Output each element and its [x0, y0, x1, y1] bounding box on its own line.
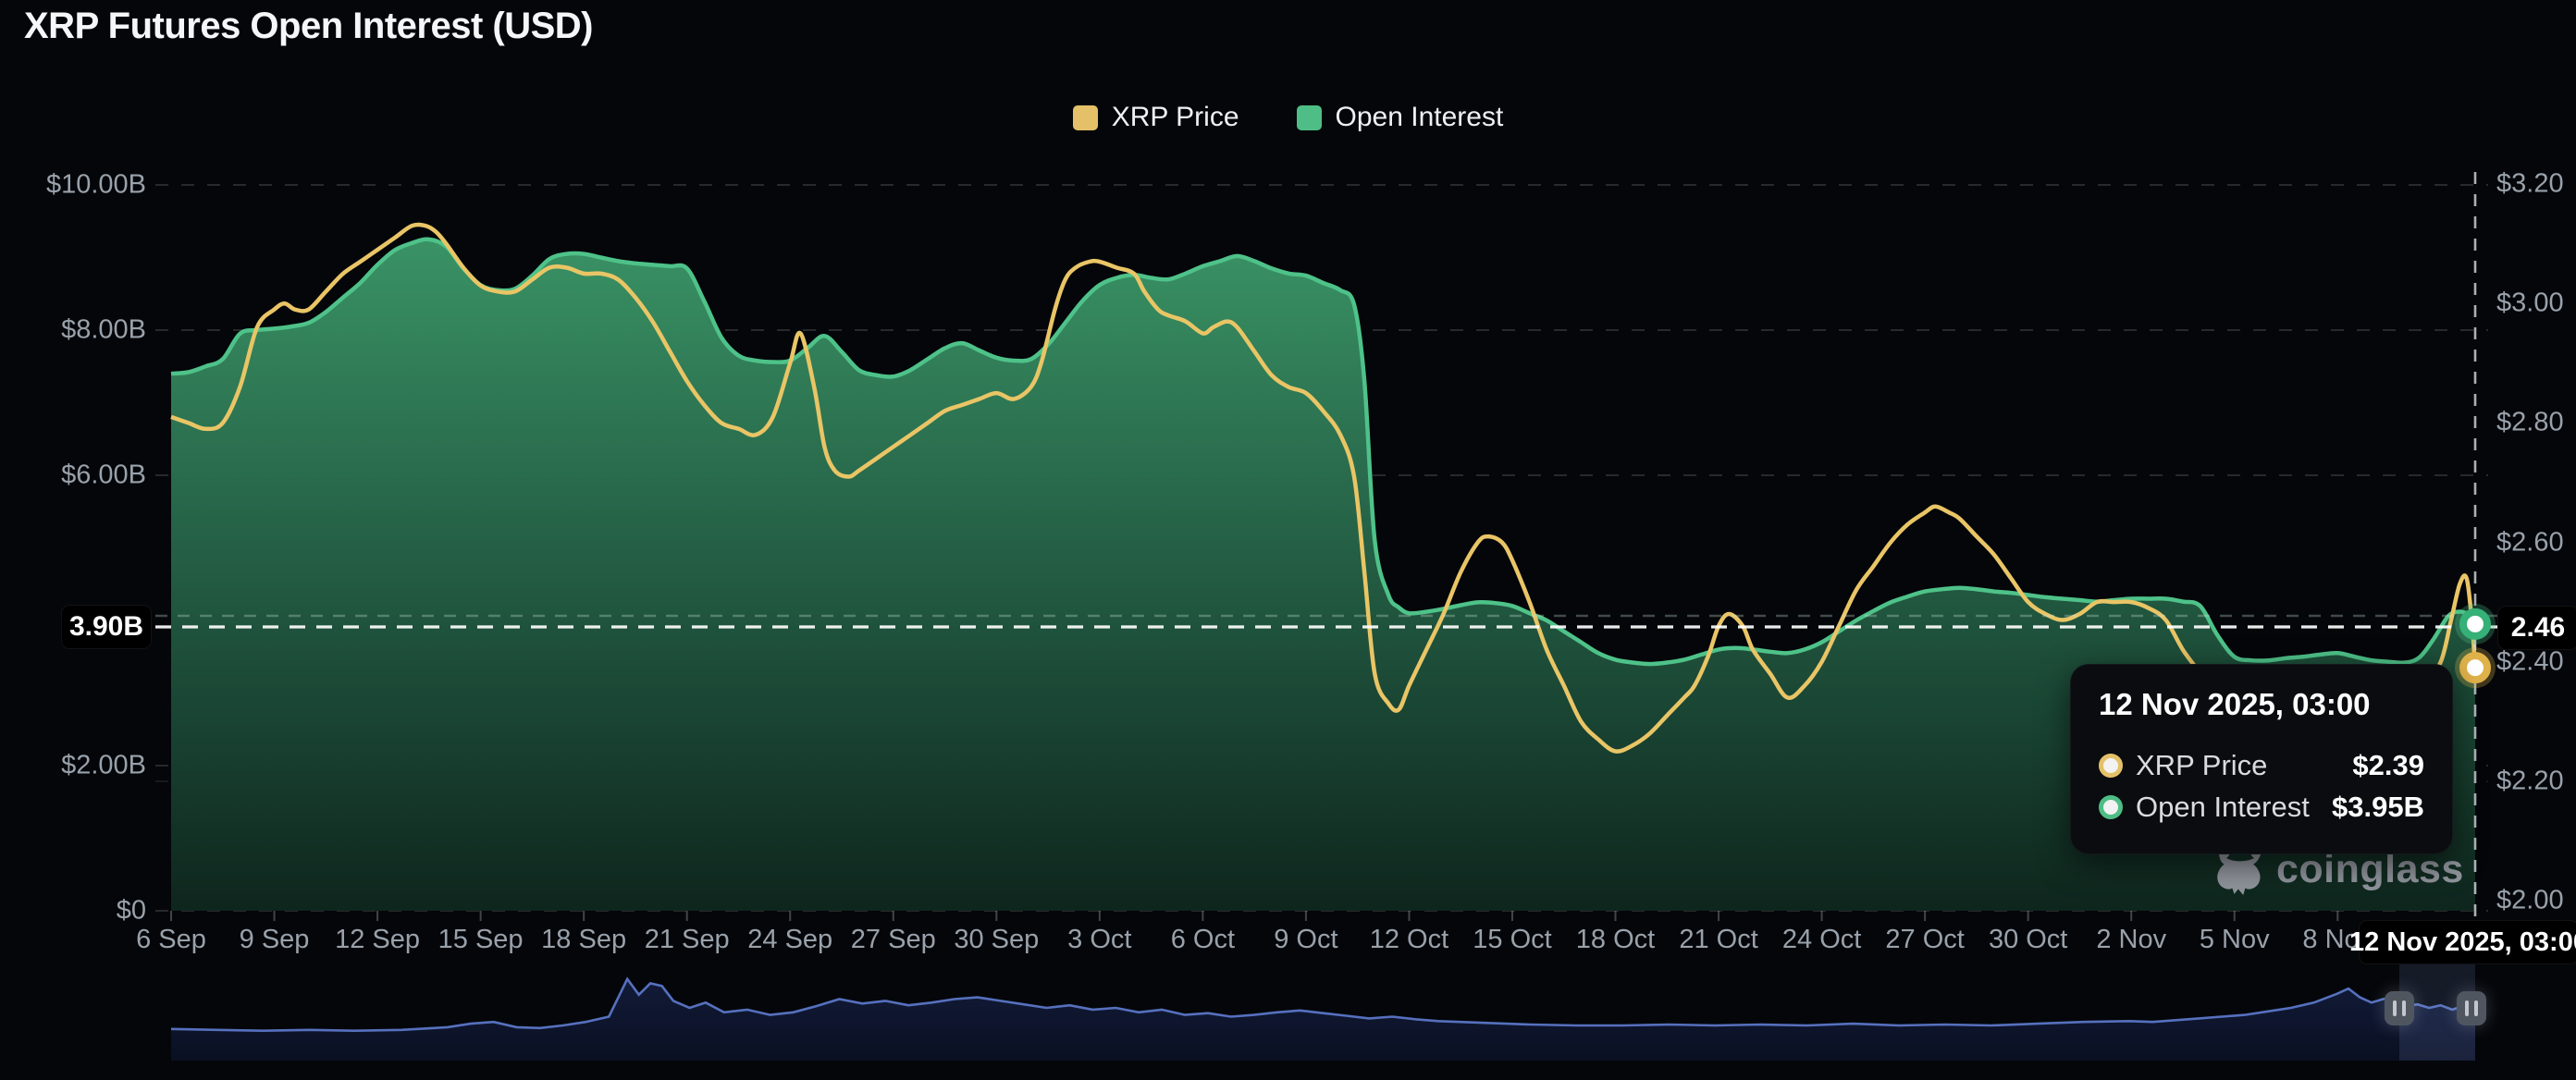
x-axis-tick: 15 Sep — [438, 925, 524, 955]
coinglass-chart-page: XRP Futures Open Interest (USD) XRP Pric… — [0, 0, 2576, 1080]
tooltip-row-xrp-price: XRP Price $2.39 — [2099, 744, 2424, 786]
x-axis-tick: 9 Sep — [240, 925, 310, 955]
tooltip-row-label: Open Interest — [2136, 791, 2310, 824]
tooltip-row-value: $3.95B — [2332, 791, 2424, 824]
y-axis-right-tick: $2.60 — [2496, 527, 2564, 558]
x-axis-tick: 9 Oct — [1274, 925, 1337, 955]
tooltip: 12 Nov 2025, 03:00 XRP Price $2.39 Open … — [2070, 664, 2453, 854]
xrp-price-current-badge: 2.46 — [2497, 606, 2576, 650]
x-axis-tick: 18 Oct — [1576, 925, 1655, 955]
x-axis-tick: 24 Oct — [1782, 925, 1861, 955]
y-axis-right-tick: $3.20 — [2496, 169, 2564, 200]
main-chart-canvas[interactable] — [0, 0, 2576, 1080]
y-axis-right-tick: $2.40 — [2496, 646, 2564, 677]
x-axis-tick: 5 Nov — [2200, 925, 2270, 955]
tooltip-row-label: XRP Price — [2136, 749, 2267, 782]
open-interest-dot-icon — [2099, 795, 2123, 819]
x-axis-tick: 6 Sep — [136, 925, 206, 955]
open-interest-current-badge: 3.90B — [61, 605, 152, 649]
crosshair-date-badge: 12 Nov 2025, 03:00 — [2359, 920, 2576, 964]
y-axis-left-tick: $6.00B — [0, 460, 146, 491]
xrp-price-dot-icon — [2099, 754, 2123, 778]
x-axis-tick: 12 Oct — [1370, 925, 1448, 955]
y-axis-left-tick: $8.00B — [0, 315, 146, 346]
navigator-right-pause-handle-icon[interactable] — [2457, 991, 2486, 1025]
y-axis-right-tick: $2.80 — [2496, 408, 2564, 438]
y-axis-left-tick: $0 — [0, 896, 146, 927]
x-axis-tick: 27 Sep — [851, 925, 936, 955]
x-axis-tick: 24 Sep — [747, 925, 832, 955]
x-axis-tick: 30 Sep — [954, 925, 1039, 955]
y-axis-right-tick: $2.20 — [2496, 766, 2564, 796]
navigator-left-pause-handle-icon[interactable] — [2385, 991, 2414, 1025]
x-axis-tick: 18 Sep — [541, 925, 626, 955]
x-axis-tick: 3 Oct — [1067, 925, 1131, 955]
x-axis-tick: 27 Oct — [1885, 925, 1964, 955]
x-axis-tick: 21 Oct — [1679, 925, 1757, 955]
y-axis-left-tick: $10.00B — [0, 170, 146, 201]
x-axis-tick: 12 Sep — [335, 925, 420, 955]
tooltip-title: 12 Nov 2025, 03:00 — [2099, 687, 2424, 722]
tooltip-row-value: $2.39 — [2352, 749, 2424, 782]
x-axis-tick: 6 Oct — [1171, 925, 1235, 955]
x-axis-tick: 21 Sep — [645, 925, 730, 955]
y-axis-right-tick: $2.00 — [2496, 886, 2564, 916]
x-axis-tick: 2 Nov — [2096, 925, 2166, 955]
x-axis-tick: 30 Oct — [1989, 925, 2067, 955]
y-axis-left-tick: $2.00B — [0, 751, 146, 781]
tooltip-row-open-interest: Open Interest $3.95B — [2099, 786, 2424, 828]
x-axis-tick: 15 Oct — [1473, 925, 1551, 955]
y-axis-right-tick: $3.00 — [2496, 288, 2564, 319]
